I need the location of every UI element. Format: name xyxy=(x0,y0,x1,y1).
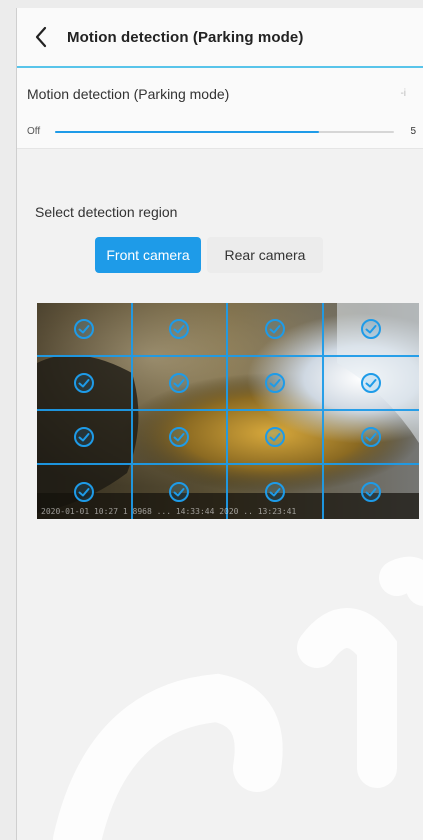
slider-min-label: Off xyxy=(27,126,41,137)
sensitivity-label: Motion detection (Parking mode) xyxy=(27,86,230,102)
detection-grid xyxy=(37,303,419,519)
sensitivity-section: Motion detection (Parking mode) -i Off 5 xyxy=(17,68,423,149)
check-circle-icon xyxy=(73,482,94,502)
check-circle-icon xyxy=(361,373,382,393)
check-circle-icon xyxy=(264,373,285,393)
sensitivity-slider[interactable]: Off 5 xyxy=(27,126,416,144)
grid-cell[interactable] xyxy=(132,411,228,465)
slider-fill xyxy=(55,131,320,133)
check-circle-icon xyxy=(361,482,382,502)
grid-cell[interactable] xyxy=(323,303,419,357)
grid-cell[interactable] xyxy=(228,357,324,411)
grid-cell[interactable] xyxy=(37,411,133,465)
check-circle-icon xyxy=(169,373,190,393)
check-circle-icon xyxy=(361,427,382,447)
slider-max-label: 5 xyxy=(410,126,416,137)
grid-cell[interactable] xyxy=(323,357,419,411)
grid-cell[interactable] xyxy=(228,411,324,465)
grid-cell[interactable] xyxy=(132,357,228,411)
check-circle-icon xyxy=(264,427,285,447)
check-circle-icon xyxy=(361,319,382,339)
motion-detection-page: Motion detection (Parking mode) Motion d… xyxy=(16,8,423,840)
detection-region-label: Select detection region xyxy=(35,204,178,220)
grid-cell[interactable] xyxy=(323,411,419,465)
top-bar: Motion detection (Parking mode) xyxy=(17,8,423,68)
grid-cell[interactable] xyxy=(132,303,228,357)
tab-front-camera[interactable]: Front camera xyxy=(95,237,201,273)
tab-rear-camera[interactable]: Rear camera xyxy=(207,237,323,273)
check-circle-icon xyxy=(264,319,285,339)
check-circle-icon xyxy=(169,427,190,447)
slider-track[interactable] xyxy=(55,131,394,133)
check-circle-icon xyxy=(73,319,94,339)
grid-cell[interactable] xyxy=(228,303,324,357)
check-circle-icon xyxy=(73,373,94,393)
check-circle-icon xyxy=(169,482,190,502)
camera-tabs: Front camera Rear camera xyxy=(95,237,323,273)
chevron-left-icon[interactable] xyxy=(21,17,61,57)
page-title: Motion detection (Parking mode) xyxy=(67,28,304,46)
grid-cell[interactable] xyxy=(37,357,133,411)
sensitivity-side-mark: -i xyxy=(400,88,406,99)
camera-preview: 2020-01-01 10:27 1 8968 ... 14:33:44 202… xyxy=(37,303,419,519)
check-circle-icon xyxy=(169,319,190,339)
check-circle-icon xyxy=(73,427,94,447)
preview-timestamp: 2020-01-01 10:27 1 8968 ... 14:33:44 202… xyxy=(41,507,297,516)
grid-cell[interactable] xyxy=(37,303,133,357)
check-circle-icon xyxy=(264,482,285,502)
